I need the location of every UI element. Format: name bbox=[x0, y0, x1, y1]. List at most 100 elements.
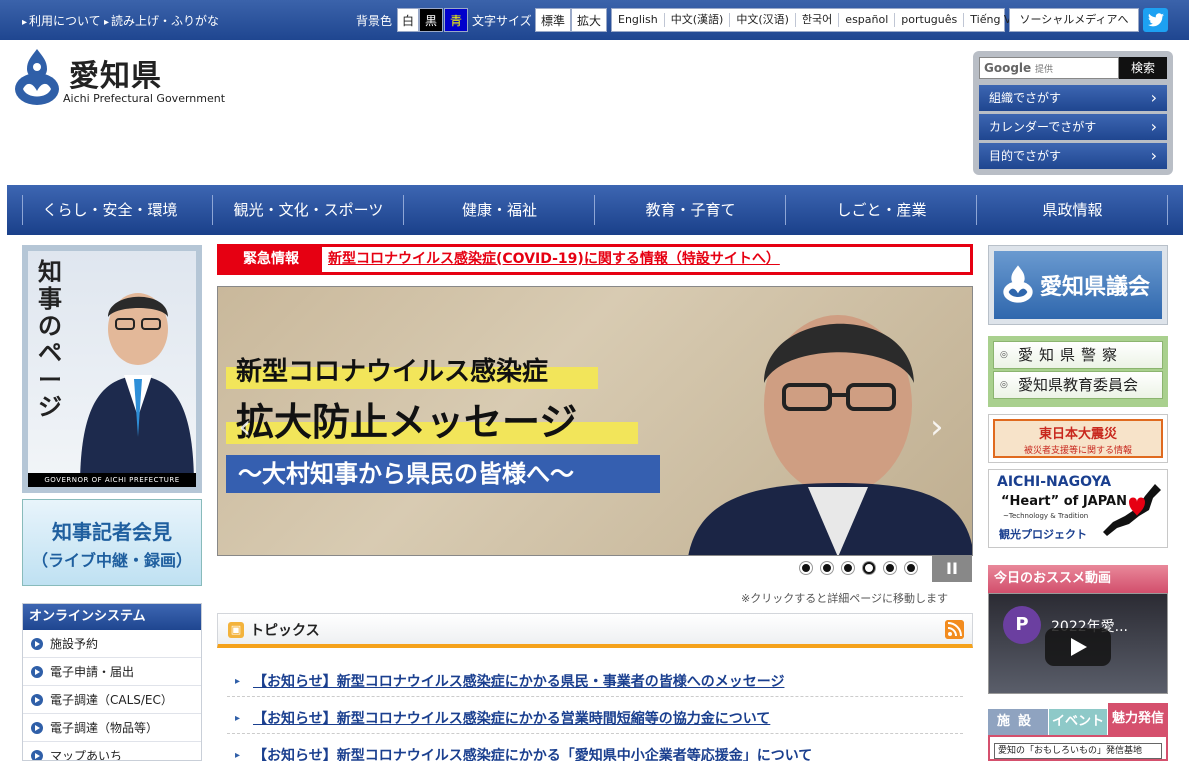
slider-dot-1[interactable] bbox=[800, 562, 812, 574]
find-by-organization-label: 組織でさがす bbox=[989, 91, 1062, 105]
prefectural-police-link[interactable]: 愛知県警察 bbox=[993, 341, 1163, 369]
font-size-label: 文字サイズ bbox=[472, 14, 532, 28]
press-conference-banner[interactable]: 知事記者会見 （ライブ中継・録画） bbox=[22, 499, 202, 586]
usage-link[interactable]: 利用について bbox=[22, 12, 101, 29]
slider-dot-3[interactable] bbox=[842, 562, 854, 574]
police-education-links: 愛知県警察 愛知県教育委員会 bbox=[988, 336, 1168, 407]
lang-spanish[interactable]: español bbox=[838, 13, 894, 27]
online-facility-reservation[interactable]: 施設予約 bbox=[23, 630, 201, 658]
font-enlarge-button[interactable]: 拡大 bbox=[571, 8, 607, 32]
slide-headline-3: ～大村知事から県民の皆様へ～ bbox=[226, 455, 660, 493]
prefecture-emblem-icon bbox=[1003, 265, 1033, 303]
slider-dot-5[interactable] bbox=[884, 562, 896, 574]
recommended-video-player[interactable]: P 2022年愛... bbox=[988, 593, 1168, 694]
play-icon[interactable] bbox=[1045, 628, 1111, 666]
slide-next-icon[interactable]: › bbox=[930, 407, 944, 447]
nav-education-childcare[interactable]: 教育・子育て bbox=[595, 185, 786, 235]
nav-prefectural-info[interactable]: 県政情報 bbox=[977, 185, 1168, 235]
logo-japanese-text: 愛知県 bbox=[69, 59, 162, 94]
tab-attractions[interactable]: 魅力発信 bbox=[1108, 703, 1168, 735]
lang-english[interactable]: English bbox=[612, 13, 664, 27]
bg-white-button[interactable]: 白 bbox=[397, 8, 419, 32]
slider-pause-button[interactable]: II bbox=[932, 556, 972, 582]
chevron-right-icon: › bbox=[1150, 117, 1157, 136]
emergency-info-bar: 緊急情報 新型コロナウイルス感染症(COVID-19)に関する情報（特設サイトへ… bbox=[217, 244, 973, 275]
online-system-panel: オンラインシステム 施設予約 電子申請・届出 電子調達（CALS/EC） 電子調… bbox=[22, 603, 202, 761]
board-of-education-link[interactable]: 愛知県教育委員会 bbox=[993, 371, 1163, 399]
tab-panel: 愛知の「おもしろいもの」発信基地 bbox=[988, 735, 1168, 761]
channel-avatar: P bbox=[1003, 606, 1041, 644]
nav-living-safety-environment[interactable]: くらし・安全・環境 bbox=[7, 185, 213, 235]
disaster-title: 東日本大震災 bbox=[1038, 427, 1117, 442]
slider-dot-6[interactable] bbox=[905, 562, 917, 574]
heart-title: AICHI-NAGOYA bbox=[997, 474, 1112, 490]
nav-tourism-culture-sports[interactable]: 観光・文化・スポーツ bbox=[213, 185, 404, 235]
find-by-organization-button[interactable]: 組織でさがす › bbox=[979, 85, 1167, 111]
attractions-banner[interactable]: 愛知の「おもしろいもの」発信基地 bbox=[994, 743, 1162, 759]
emergency-covid-link[interactable]: 新型コロナウイルス感染症(COVID-19)に関する情報（特設サイトへ） bbox=[328, 247, 780, 272]
nav-work-industry[interactable]: しごと・産業 bbox=[786, 185, 977, 235]
tourism-project-banner[interactable]: AICHI-NAGOYA “Heart” of JAPAN ~Technolog… bbox=[988, 469, 1168, 548]
lang-portuguese[interactable]: português bbox=[894, 13, 963, 27]
topics-list: 【お知らせ】新型コロナウイルス感染症にかかる県民・事業者の皆様へのメッセージ 【… bbox=[217, 660, 973, 761]
font-standard-button[interactable]: 標準 bbox=[535, 8, 571, 32]
bg-black-button[interactable]: 黒 bbox=[419, 8, 443, 32]
slider-dot-2[interactable] bbox=[821, 562, 833, 574]
online-system-title: オンラインシステム bbox=[23, 604, 201, 630]
find-by-calendar-button[interactable]: カレンダーでさがす › bbox=[979, 114, 1167, 140]
heart-project-label: 観光プロジェクト bbox=[999, 528, 1087, 541]
social-media-button[interactable]: ソーシャルメディアへ bbox=[1009, 8, 1139, 32]
tab-events[interactable]: イベント bbox=[1049, 709, 1107, 735]
rss-icon[interactable] bbox=[945, 620, 964, 639]
lang-chinese-traditional[interactable]: 中文(漢語) bbox=[663, 13, 730, 27]
hero-slider[interactable]: 新型コロナウイルス感染症 拡大防止メッセージ ～大村知事から県民の皆様へ～ ‹ … bbox=[217, 286, 973, 556]
background-color-label: 背景色 bbox=[356, 14, 393, 28]
press-conference-subtitle: （ライブ中継・録画） bbox=[31, 551, 192, 570]
prefectural-assembly-banner[interactable]: 愛知県議会 bbox=[988, 245, 1168, 325]
online-e-procurement-goods[interactable]: 電子調達（物品等） bbox=[23, 714, 201, 742]
bg-blue-button[interactable]: 青 bbox=[444, 8, 468, 32]
disaster-banner-inner: 東日本大震災 被災者支援等に関する情報 bbox=[993, 419, 1163, 458]
chevron-right-icon: › bbox=[1150, 88, 1157, 107]
topics-title: トピックス bbox=[250, 623, 320, 639]
slider-click-note: ※クリックすると詳細ページに移動します bbox=[741, 592, 948, 605]
search-panel: Google 提供 検索 組織でさがす › カレンダーでさがす › 目的でさがす… bbox=[973, 51, 1173, 175]
great-east-japan-earthquake-banner[interactable]: 東日本大震災 被災者支援等に関する情報 bbox=[988, 414, 1168, 463]
find-by-purpose-button[interactable]: 目的でさがす › bbox=[979, 143, 1167, 169]
reading-furigana-link[interactable]: 読み上げ・ふりがな bbox=[104, 12, 219, 29]
twitter-icon[interactable] bbox=[1143, 8, 1168, 32]
slider-dot-4[interactable] bbox=[863, 562, 875, 574]
topic-item[interactable]: 【お知らせ】新型コロナウイルス感染症にかかる「愛知県中小企業者等応援金」について bbox=[227, 734, 963, 761]
heart-tagline: ~Technology & Tradition bbox=[1003, 512, 1089, 520]
online-e-procurement-cals[interactable]: 電子調達（CALS/EC） bbox=[23, 686, 201, 714]
governor-page-banner[interactable]: 知事のページ GOVERNOR OF AICHI PREFECTURE bbox=[22, 245, 202, 493]
online-e-application[interactable]: 電子申請・届出 bbox=[23, 658, 201, 686]
governor-page-title: 知事のページ bbox=[38, 258, 62, 421]
lang-korean[interactable]: 한국어 bbox=[794, 13, 838, 27]
slide-prev-icon[interactable]: ‹ bbox=[238, 407, 252, 447]
topic-item[interactable]: 【お知らせ】新型コロナウイルス感染症にかかる営業時間短縮等の協力金について bbox=[227, 697, 963, 741]
emergency-label: 緊急情報 bbox=[220, 247, 322, 272]
find-by-calendar-label: カレンダーでさがす bbox=[989, 120, 1097, 134]
lang-chinese-simplified[interactable]: 中文(汉语) bbox=[729, 13, 795, 27]
governor-banner-inner: 知事のページ GOVERNOR OF AICHI PREFECTURE bbox=[28, 251, 196, 487]
governor-caption: GOVERNOR OF AICHI PREFECTURE bbox=[28, 473, 196, 487]
nav-health-welfare[interactable]: 健康・福祉 bbox=[404, 185, 595, 235]
chevron-right-icon: › bbox=[1150, 146, 1157, 165]
google-provided-label: 提供 bbox=[1035, 65, 1054, 75]
online-map-aichi[interactable]: マップあいち bbox=[23, 742, 201, 760]
search-button[interactable]: 検索 bbox=[1119, 57, 1167, 79]
google-label: Google bbox=[984, 61, 1032, 75]
topics-header: ▣ トピックス bbox=[217, 613, 973, 648]
tab-facilities[interactable]: 施設 bbox=[988, 709, 1048, 735]
slide-headline-2: 拡大防止メッセージ bbox=[236, 399, 578, 444]
site-logo[interactable]: 愛知県 Aichi Prefectural Government bbox=[13, 47, 228, 109]
global-navigation: くらし・安全・環境 観光・文化・スポーツ 健康・福祉 教育・子育て しごと・産業… bbox=[7, 185, 1183, 235]
assembly-banner-inner: 愛知県議会 bbox=[994, 251, 1162, 319]
find-by-purpose-label: 目的でさがす bbox=[989, 149, 1062, 163]
feature-tabs: 施設 イベント 魅力発信 愛知の「おもしろいもの」発信基地 bbox=[988, 703, 1168, 761]
logo-english-text: Aichi Prefectural Government bbox=[63, 92, 226, 105]
language-selector: English 中文(漢語) 中文(汉语) 한국어 español portug… bbox=[611, 8, 1025, 32]
topic-item[interactable]: 【お知らせ】新型コロナウイルス感染症にかかる県民・事業者の皆様へのメッセージ bbox=[227, 660, 963, 704]
search-input[interactable]: Google 提供 bbox=[979, 57, 1119, 79]
